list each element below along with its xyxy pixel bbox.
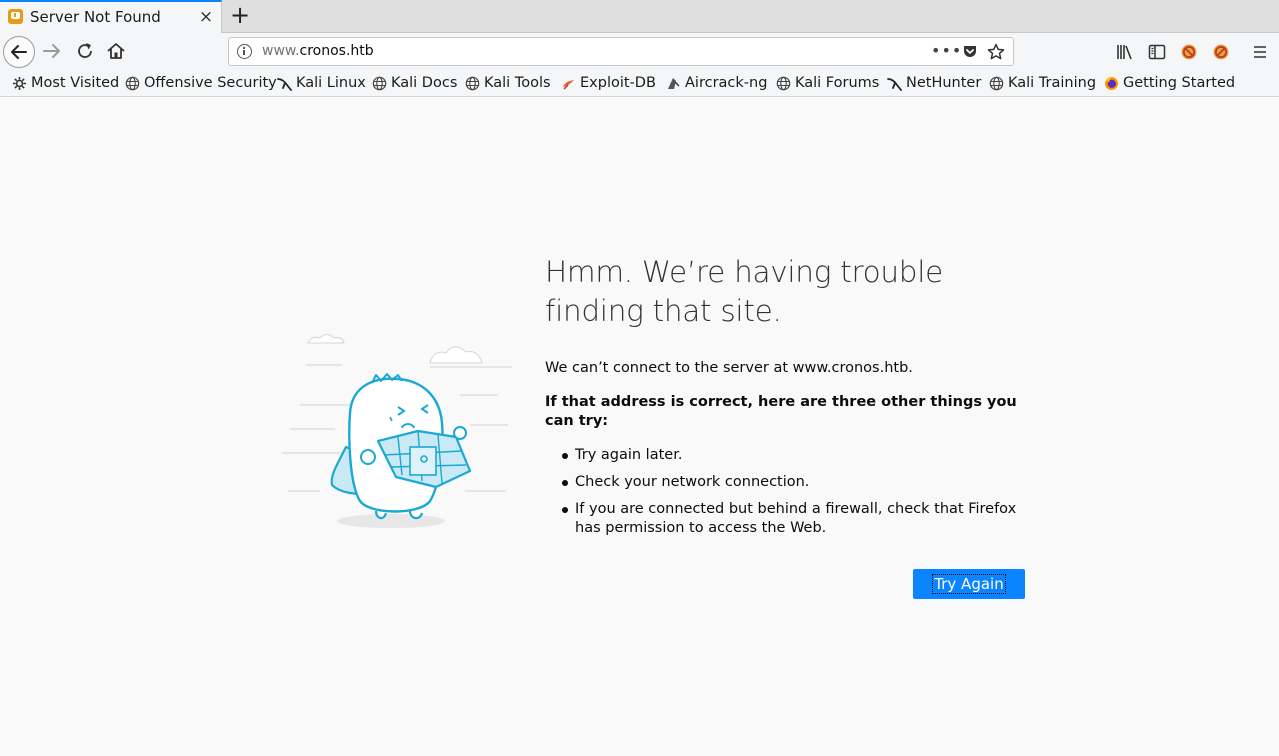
bookmarks-toolbar: Most Visited Offensive Security Kali Lin…	[0, 70, 1279, 97]
forward-button[interactable]	[41, 40, 63, 62]
pocket-icon[interactable]	[962, 44, 978, 60]
tab-title: Server Not Found	[30, 8, 161, 26]
error-short-description: We can’t connect to the server at www.cr…	[545, 360, 913, 376]
error-title: Hmm. We’re having trouble finding that s…	[545, 255, 943, 328]
globe-icon	[125, 76, 140, 91]
confused-monster-map-illustration	[282, 334, 512, 528]
gear-icon	[13, 77, 26, 90]
kali-dragon-icon	[277, 78, 292, 91]
bookmark-star-icon[interactable]	[987, 43, 1005, 61]
bookmark-kali-tools[interactable]: Kali Tools	[465, 74, 551, 94]
try-again-button[interactable]: Try Again	[913, 569, 1025, 599]
bookmark-kali-forums[interactable]: Kali Forums	[776, 74, 879, 94]
forward-arrow-icon	[43, 44, 60, 58]
site-info-icon[interactable]	[237, 44, 252, 59]
hamburger-menu-icon[interactable]	[1251, 43, 1269, 61]
script-blocker-icon[interactable]	[1212, 43, 1230, 61]
suggestion-item: Check your network connection.	[545, 473, 1025, 492]
exploit-db-icon	[563, 80, 574, 90]
tab-strip: Server Not Found × +	[0, 0, 1279, 33]
bookmark-aircrack-ng[interactable]: Aircrack-ng	[666, 74, 767, 94]
back-button[interactable]	[3, 36, 35, 68]
new-tab-button[interactable]: +	[229, 3, 251, 27]
bookmark-nethunter[interactable]: NetHunter	[887, 74, 981, 94]
bookmark-kali-linux[interactable]: Kali Linux	[277, 74, 366, 94]
globe-icon	[776, 76, 791, 91]
try-again-label: Try Again	[932, 574, 1006, 594]
error-description: We can’t connect to the server at www.cr…	[545, 359, 1025, 546]
bookmark-getting-started[interactable]: Getting Started	[1104, 74, 1235, 94]
page-actions-icon[interactable]: •••	[931, 41, 962, 60]
url-bar[interactable]: www.cronos.htb •••	[228, 37, 1014, 66]
bookmark-exploit-db[interactable]: Exploit-DB	[561, 74, 656, 94]
globe-icon	[465, 76, 480, 91]
firefox-icon	[1105, 77, 1118, 90]
bookmark-kali-docs[interactable]: Kali Docs	[372, 74, 457, 94]
suggestion-item: If you are connected but behind a firewa…	[545, 500, 1025, 538]
url-text[interactable]: www.cronos.htb	[262, 43, 374, 59]
globe-icon	[372, 76, 387, 91]
kali-dragon-icon	[887, 78, 902, 91]
sidebar-icon[interactable]	[1148, 43, 1166, 61]
library-icon[interactable]	[1116, 43, 1134, 61]
bookmark-offensive-security[interactable]: Offensive Security	[125, 74, 277, 94]
bookmark-kali-training[interactable]: Kali Training	[989, 74, 1096, 94]
suggestion-list: Try again later. Check your network conn…	[545, 446, 1025, 538]
back-arrow-icon	[11, 45, 27, 59]
suggestion-heading: If that address is correct, here are thr…	[545, 394, 1017, 429]
home-icon	[107, 43, 125, 59]
reload-icon	[78, 43, 92, 58]
suggestion-item: Try again later.	[545, 446, 1025, 465]
aircrack-icon	[668, 78, 680, 89]
bookmark-most-visited[interactable]: Most Visited	[12, 74, 119, 94]
warning-page-icon	[8, 9, 23, 24]
navigation-toolbar: www.cronos.htb •••	[0, 33, 1279, 70]
home-button[interactable]	[105, 40, 127, 62]
tab-close-icon[interactable]: ×	[198, 8, 214, 26]
reload-button[interactable]	[74, 40, 96, 62]
noscript-icon[interactable]	[1180, 43, 1198, 61]
tab-server-not-found[interactable]: Server Not Found ×	[0, 0, 222, 33]
globe-icon	[989, 76, 1004, 91]
